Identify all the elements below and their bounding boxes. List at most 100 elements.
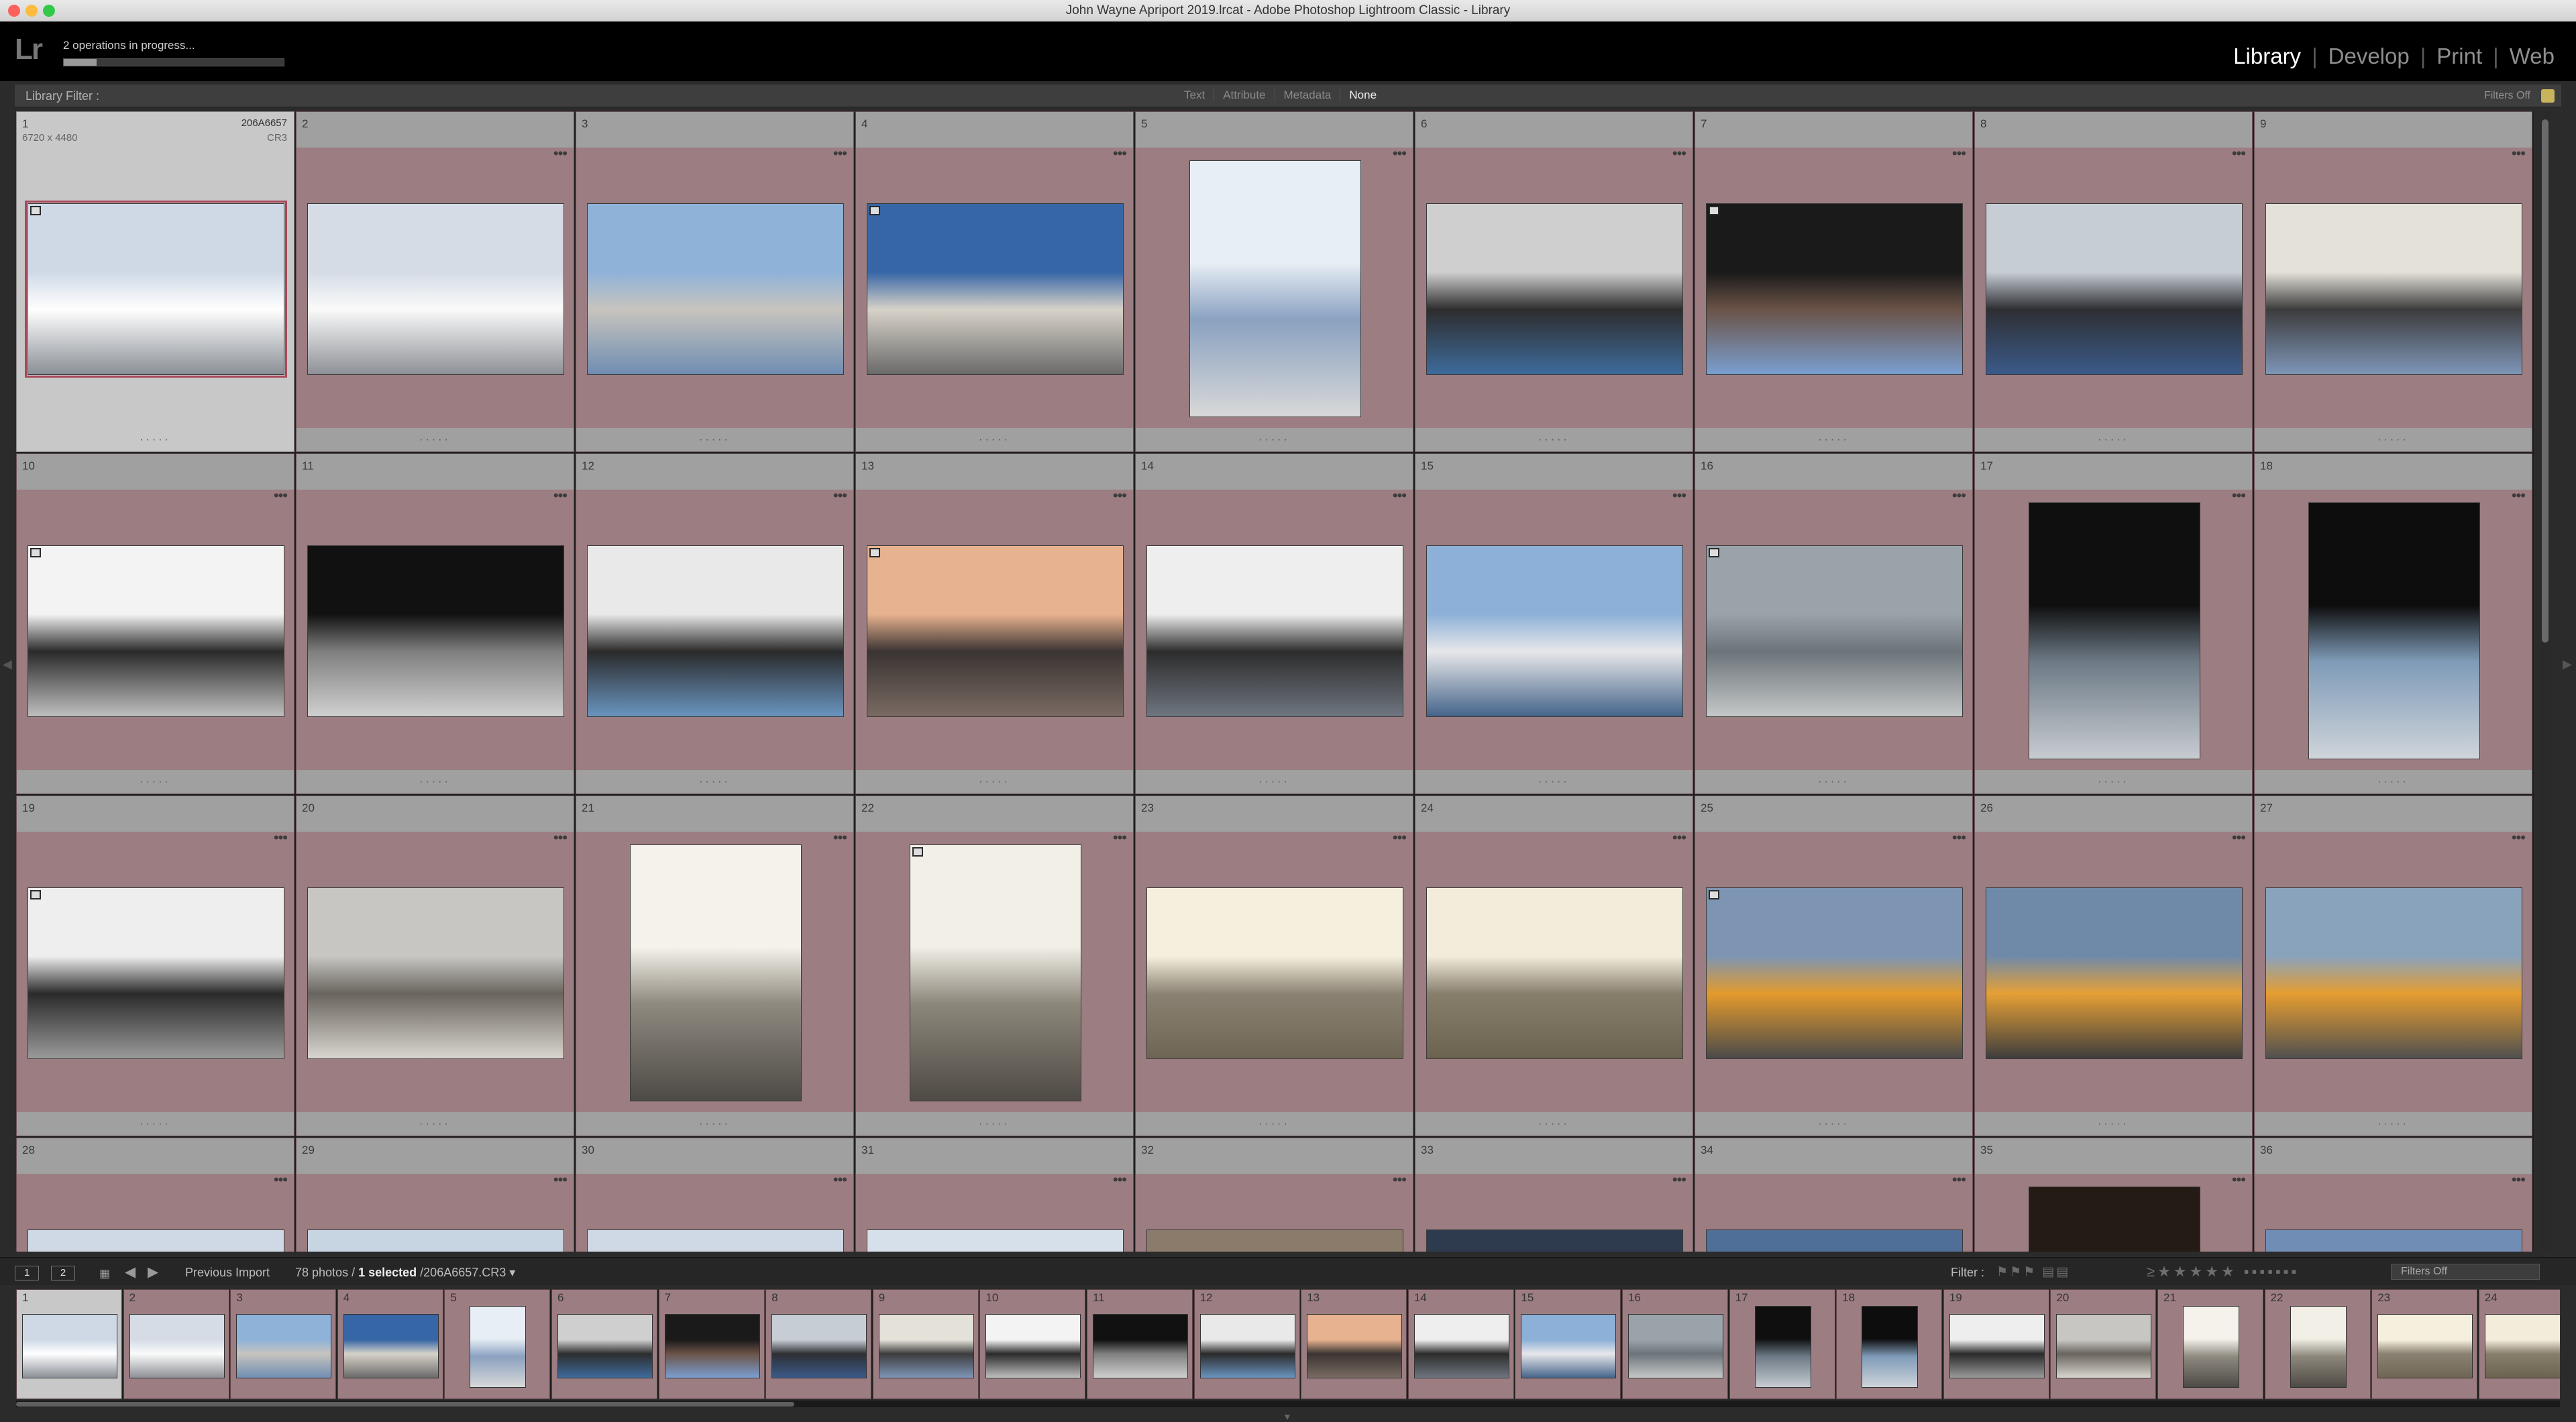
filmstrip-thumbnail[interactable]: [2056, 1314, 2152, 1378]
flag-filter-icons[interactable]: ⚑⚑⚑ ▤▤: [1996, 1264, 2070, 1280]
photo-thumbnail[interactable]: [2308, 502, 2480, 759]
grid-cell[interactable]: 12 ••• ·····: [576, 453, 854, 794]
filmstrip-thumbnail[interactable]: [129, 1314, 225, 1378]
photo-thumbnail[interactable]: [587, 1229, 844, 1252]
filmstrip-thumbnail[interactable]: [2484, 1314, 2560, 1378]
photo-thumbnail[interactable]: [1146, 887, 1403, 1059]
grid-cell[interactable]: 27 ••• ·····: [2254, 796, 2532, 1136]
rating-dots[interactable]: ·····: [576, 1118, 853, 1130]
filmstrip-thumbnail[interactable]: [1949, 1314, 2045, 1378]
filmstrip-cell[interactable]: 2: [123, 1289, 229, 1399]
main-window-button[interactable]: 1: [15, 1266, 39, 1280]
more-options-icon[interactable]: •••: [274, 1171, 288, 1189]
more-options-icon[interactable]: •••: [1393, 829, 1407, 846]
more-options-icon[interactable]: •••: [1952, 829, 1966, 846]
filmstrip-cell[interactable]: 24: [2478, 1289, 2560, 1399]
more-options-icon[interactable]: •••: [2232, 1171, 2246, 1189]
rating-filter-stars[interactable]: ≥★★★★★ ▪▪▪▪▪▪▪: [2147, 1263, 2299, 1280]
photo-thumbnail[interactable]: [307, 887, 564, 1059]
module-print[interactable]: Print: [2432, 44, 2486, 69]
more-options-icon[interactable]: •••: [833, 829, 847, 846]
grid-cell[interactable]: 29•••·····: [296, 1138, 574, 1252]
filmstrip-cell[interactable]: 14: [1407, 1289, 1514, 1399]
grid-cell[interactable]: 2 ••• ·····: [296, 111, 574, 452]
filmstrip-thumbnail[interactable]: [1862, 1306, 1919, 1388]
photo-count-label[interactable]: 78 photos / 1 selected /206A6657.CR3 ▾: [295, 1266, 515, 1280]
grid-cell[interactable]: 4 ••• ·····: [855, 111, 1134, 452]
grid-view-icon[interactable]: ▦: [99, 1267, 113, 1280]
more-options-icon[interactable]: •••: [2512, 487, 2526, 504]
rating-dots[interactable]: ·····: [576, 434, 853, 446]
rating-dots[interactable]: ·····: [2255, 1118, 2532, 1130]
photo-thumbnail[interactable]: [1189, 160, 1361, 417]
more-options-icon[interactable]: •••: [2232, 145, 2246, 162]
filmstrip-thumbnail[interactable]: [343, 1314, 439, 1378]
grid-cell[interactable]: 24 ••• ·····: [1415, 796, 1693, 1136]
filmstrip-scrollbar[interactable]: [16, 1401, 2560, 1407]
more-options-icon[interactable]: •••: [2512, 145, 2526, 162]
filmstrip-thumbnail[interactable]: [1521, 1314, 1617, 1378]
grid-cell[interactable]: 26 ••• ·····: [1974, 796, 2253, 1136]
more-options-icon[interactable]: •••: [833, 1171, 847, 1189]
module-library[interactable]: Library: [2229, 44, 2305, 69]
photo-thumbnail[interactable]: [1706, 545, 1963, 717]
filter-preset-status[interactable]: Filters Off: [2484, 90, 2530, 102]
grid-cell[interactable]: 10 ••• ·····: [16, 453, 294, 794]
rating-dots[interactable]: ·····: [1975, 434, 2252, 446]
more-options-icon[interactable]: •••: [2232, 829, 2246, 846]
photo-thumbnail[interactable]: [587, 545, 844, 717]
photo-thumbnail[interactable]: [2265, 887, 2522, 1059]
more-options-icon[interactable]: •••: [2512, 1171, 2526, 1189]
grid-cell[interactable]: 17 ••• ·····: [1974, 453, 2253, 794]
filmstrip-cell[interactable]: 12: [1193, 1289, 1300, 1399]
photo-thumbnail[interactable]: [307, 1229, 564, 1252]
grid-cell[interactable]: 19 ••• ·····: [16, 796, 294, 1136]
photo-thumbnail[interactable]: [307, 203, 564, 375]
rating-dots[interactable]: ·····: [17, 434, 294, 446]
photo-thumbnail[interactable]: [2028, 502, 2200, 759]
photo-thumbnail[interactable]: [1426, 887, 1683, 1059]
grid-cell[interactable]: 3 ••• ·····: [576, 111, 854, 452]
rating-dots[interactable]: ·····: [1975, 1118, 2252, 1130]
filmstrip-thumbnail[interactable]: [878, 1314, 974, 1378]
grid-cell[interactable]: 5 ••• ·····: [1135, 111, 1413, 452]
filmstrip-cell[interactable]: 13: [1301, 1289, 1407, 1399]
filmstrip-cell[interactable]: 1: [16, 1289, 122, 1399]
filmstrip-cell[interactable]: 17: [1729, 1289, 1835, 1399]
grid-cell[interactable]: 36•••·····: [2254, 1138, 2532, 1252]
photo-thumbnail[interactable]: [867, 545, 1124, 717]
grid-cell[interactable]: 6 ••• ·····: [1415, 111, 1693, 452]
filter-tab-none[interactable]: None: [1340, 89, 1385, 102]
rating-dots[interactable]: ·····: [297, 434, 574, 446]
filmstrip-cell[interactable]: 4: [337, 1289, 443, 1399]
module-web[interactable]: Web: [2506, 44, 2559, 69]
photo-thumbnail[interactable]: [2265, 1229, 2522, 1252]
grid-cell[interactable]: 18 ••• ·····: [2254, 453, 2532, 794]
more-options-icon[interactable]: •••: [1952, 145, 1966, 162]
more-options-icon[interactable]: •••: [274, 487, 288, 504]
filmstrip-cell[interactable]: 20: [2050, 1289, 2157, 1399]
filmstrip-thumbnail[interactable]: [470, 1306, 527, 1388]
rating-dots[interactable]: ·····: [17, 776, 294, 788]
more-options-icon[interactable]: •••: [1113, 1171, 1127, 1189]
rating-dots[interactable]: ·····: [1136, 1118, 1413, 1130]
filmstrip-cell[interactable]: 16: [1622, 1289, 1728, 1399]
photo-thumbnail[interactable]: [28, 887, 284, 1059]
grid-cell[interactable]: 30•••·····: [576, 1138, 854, 1252]
grid-cell[interactable]: 13 ••• ·····: [855, 453, 1134, 794]
photo-thumbnail[interactable]: [307, 545, 564, 717]
filmstrip-thumbnail[interactable]: [985, 1314, 1081, 1378]
photo-thumbnail[interactable]: [1426, 545, 1683, 717]
rating-dots[interactable]: ·····: [17, 1118, 294, 1130]
photo-thumbnail[interactable]: [1426, 1229, 1683, 1252]
filmstrip-cell[interactable]: 10: [979, 1289, 1086, 1399]
grid-cell[interactable]: 23 ••• ·····: [1135, 796, 1413, 1136]
rating-dots[interactable]: ·····: [1136, 434, 1413, 446]
rating-dots[interactable]: ·····: [1415, 776, 1693, 788]
grid-cell[interactable]: 21 ••• ·····: [576, 796, 854, 1136]
grid-cell[interactable]: 11 ••• ·····: [296, 453, 574, 794]
rating-dots[interactable]: ·····: [1415, 434, 1693, 446]
more-options-icon[interactable]: •••: [1113, 829, 1127, 846]
grid-cell[interactable]: 34•••·····: [1695, 1138, 1973, 1252]
rating-dots[interactable]: ·····: [856, 434, 1133, 446]
